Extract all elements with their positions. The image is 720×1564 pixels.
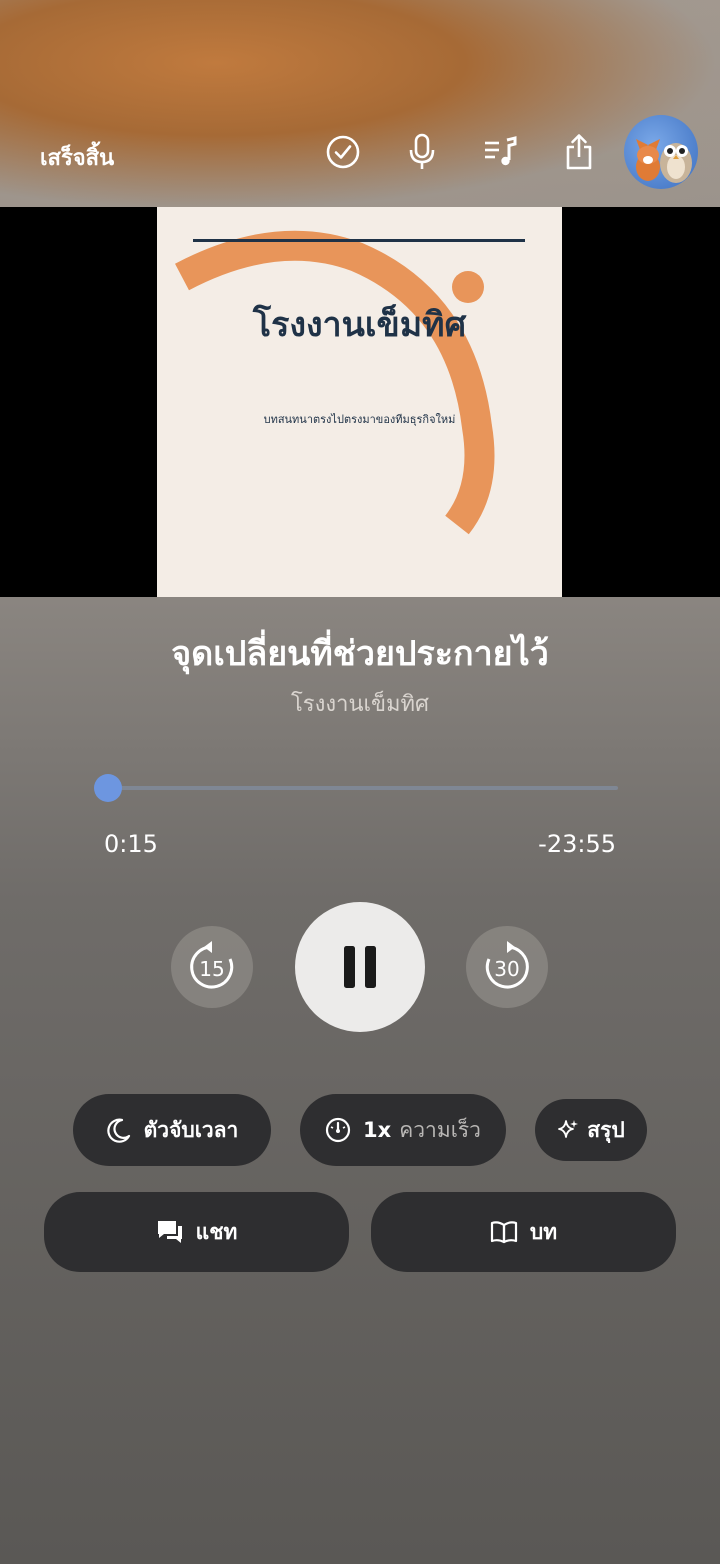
show-name[interactable]: โรงงานเข็มทิศ <box>0 686 720 721</box>
chat-bubbles-icon <box>156 1219 184 1245</box>
avatar[interactable] <box>624 115 698 189</box>
remaining-time: -23:55 <box>538 830 616 858</box>
episode-title: จุดเปลี่ยนที่ช่วยประกายไว้ <box>171 634 549 674</box>
speed-button[interactable]: 1x ความเร็ว <box>300 1094 506 1166</box>
summary-button[interactable]: สรุป <box>535 1099 647 1161</box>
skip-back-15-icon: 15 <box>190 941 234 989</box>
sparkle-icon <box>557 1119 579 1141</box>
skip-forward-button[interactable]: 30 <box>466 926 548 1008</box>
cover-subtitle: บทสนทนาตรงไปตรงมาของทีมธุรกิจใหม่ <box>263 413 456 426</box>
pause-button[interactable] <box>295 902 425 1032</box>
transcript-label: บท <box>529 1219 558 1244</box>
elapsed-time: 0:15 <box>104 830 158 858</box>
header-bar: เสร็จสิ้น <box>0 110 720 200</box>
transcript-button[interactable]: บท <box>371 1192 676 1272</box>
share-icon[interactable] <box>559 132 599 172</box>
book-icon <box>490 1220 518 1244</box>
moon-icon <box>106 1117 132 1143</box>
speed-value: 1x <box>363 1118 392 1142</box>
progress-track[interactable] <box>106 786 618 790</box>
cover-rule <box>193 239 525 242</box>
chat-button[interactable]: แชท <box>44 1192 349 1272</box>
skip-back-label: 15 <box>199 957 224 981</box>
sleep-timer-label: ตัวจับเวลา <box>143 1117 239 1142</box>
playlist-icon[interactable] <box>481 132 521 172</box>
podcast-cover-art: โรงงานเข็มทิศ บทสนทนาตรงไปตรงมาของทีมธุร… <box>157 207 562 597</box>
cover-arc-graphic <box>175 230 495 535</box>
summary-label: สรุป <box>587 1117 625 1142</box>
done-button[interactable]: เสร็จสิ้น <box>40 140 114 175</box>
speed-label: ความเร็ว <box>399 1117 481 1142</box>
chat-label: แชท <box>195 1219 238 1244</box>
cover-title: โรงงานเข็มทิศ <box>252 305 467 345</box>
skip-forward-30-icon: 30 <box>485 941 529 989</box>
microphone-icon[interactable] <box>402 132 442 172</box>
sleep-timer-button[interactable]: ตัวจับเวลา <box>73 1094 271 1166</box>
skip-back-button[interactable]: 15 <box>171 926 253 1008</box>
check-circle-icon[interactable] <box>323 132 363 172</box>
progress-thumb[interactable] <box>94 774 122 802</box>
speedometer-icon <box>325 1117 351 1143</box>
pause-icon <box>344 946 376 988</box>
skip-forward-label: 30 <box>494 957 519 981</box>
